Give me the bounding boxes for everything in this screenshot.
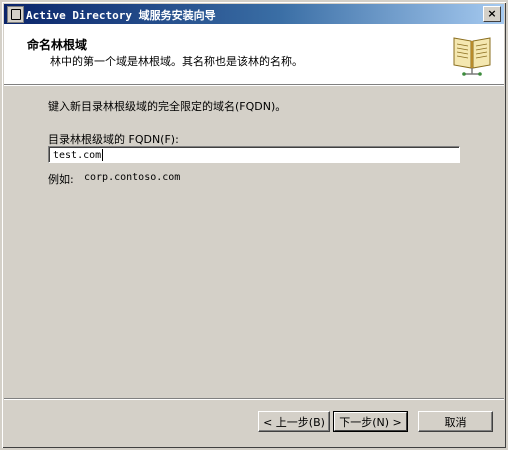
book-icon [453,37,491,76]
title-bar[interactable]: Active Directory 域服务安装向导 × [4,4,504,24]
next-button[interactable]: 下一步(N) > [333,411,408,432]
fqdn-input[interactable]: test.com [48,146,460,163]
wizard-content: 键入新目录林根级域的完全限定的域名(FQDN)。 目录林根级域的 FQDN(F)… [4,86,504,402]
close-button[interactable]: × [483,6,501,22]
back-button[interactable]: < 上一步(B) [258,411,330,432]
text-caret [102,149,104,161]
page-title: 命名林根域 [27,38,88,52]
wizard-window: Active Directory 域服务安装向导 × 命名林根域 林中的第一个域… [0,0,508,450]
fqdn-input-value: test.com [53,150,102,161]
instruction-text: 键入新目录林根级域的完全限定的域名(FQDN)。 [48,100,287,113]
example-value: corp.contoso.com [84,172,181,183]
next-button-label: 下一步(N) > [339,416,402,429]
window-title: Active Directory 域服务安装向导 [26,9,216,22]
cancel-button[interactable]: 取消 [418,411,493,432]
footer-divider [4,398,504,400]
wizard-window-icon [7,6,24,23]
page-subtitle: 林中的第一个域是林根域。其名称也是该林的名称。 [50,55,303,68]
fqdn-label: 目录林根级域的 FQDN(F): [48,133,179,146]
wizard-header: 命名林根域 林中的第一个域是林根域。其名称也是该林的名称。 [4,24,504,85]
example-label: 例如: [48,173,74,186]
